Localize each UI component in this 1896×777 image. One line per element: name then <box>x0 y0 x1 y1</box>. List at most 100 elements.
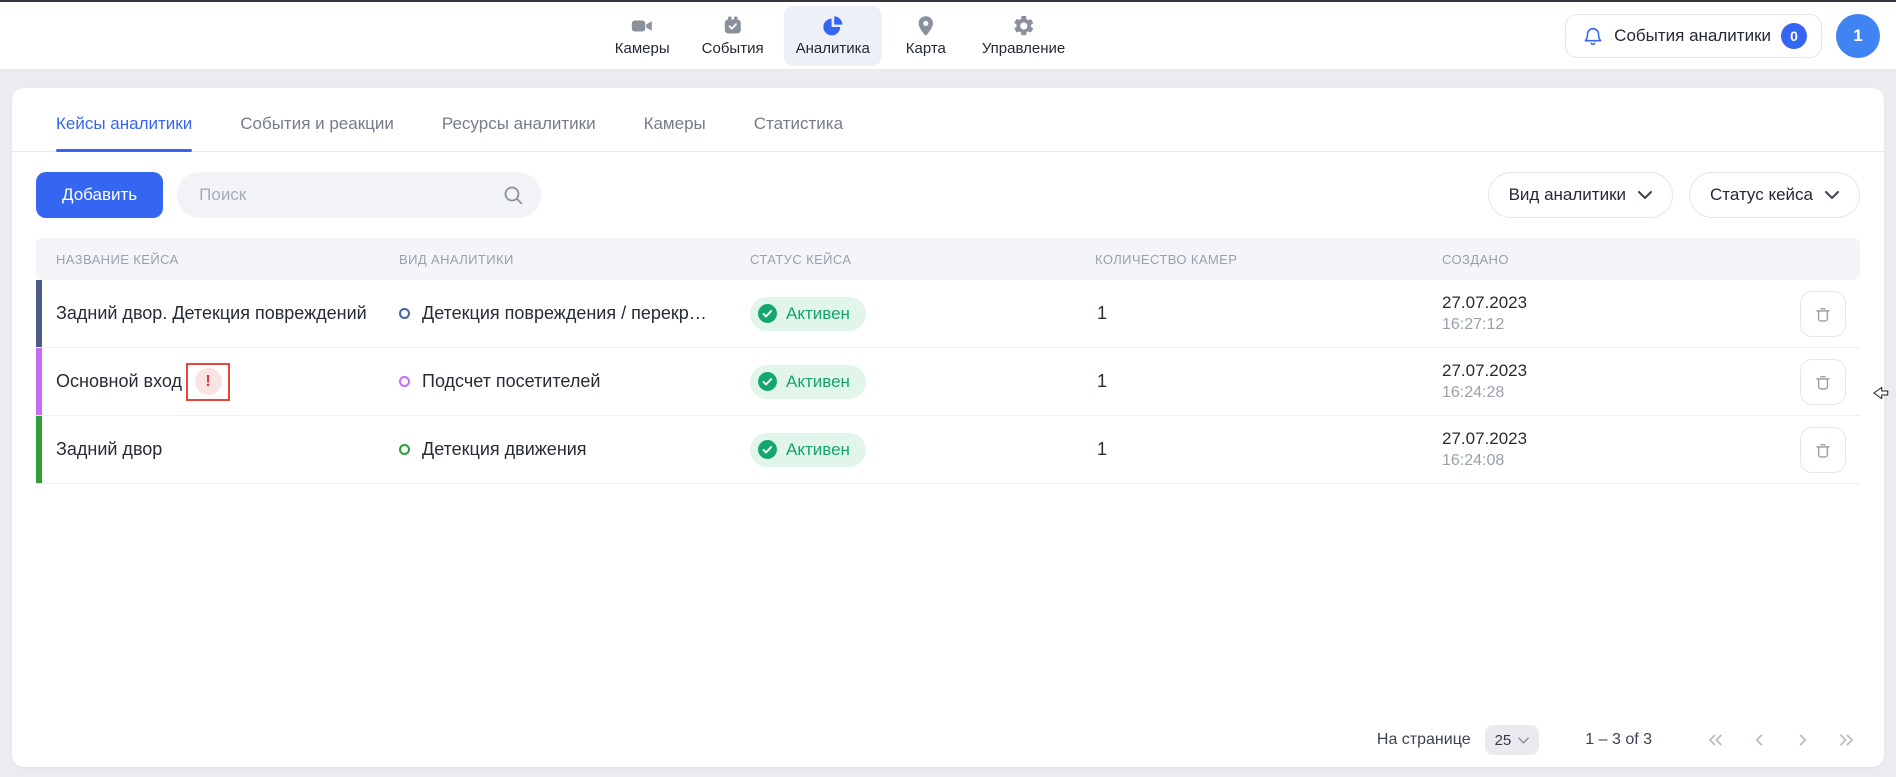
main-navigation: Камеры События Аналитика Карта <box>603 2 1077 69</box>
analytics-type-cell: Детекция движения <box>399 439 750 460</box>
column-header: Создано <box>1442 252 1722 267</box>
case-name: Задний двор. Детекция повреждений <box>56 303 367 324</box>
filter-dropdown[interactable]: Вид аналитики <box>1488 172 1673 218</box>
per-page-select[interactable]: 25 <box>1485 725 1540 755</box>
analytics-page-card: Кейсы аналитики События и реакции Ресурс… <box>12 88 1884 767</box>
analytics-type-dot-icon <box>399 376 410 387</box>
per-page-label: На странице <box>1377 731 1471 749</box>
previous-page-button[interactable] <box>1748 729 1770 751</box>
case-status-cell: Активен <box>750 365 1095 399</box>
delete-case-button[interactable] <box>1800 427 1846 473</box>
analytics-type-cell: Подсчет посетителей <box>399 371 750 392</box>
row-color-bar <box>36 416 42 483</box>
trash-icon <box>1812 303 1834 325</box>
bell-icon <box>1582 25 1604 47</box>
top-navbar: Камеры События Аналитика Карта <box>0 2 1896 70</box>
created-time: 16:24:28 <box>1442 384 1722 402</box>
nav-item-management[interactable]: Управление <box>970 6 1077 66</box>
analytics-type-cell: Детекция повреждения / перекр… <box>399 303 750 324</box>
table-footer: На странице 25 1 – 3 of 3 <box>1377 725 1858 755</box>
row-actions-cell <box>1722 359 1860 405</box>
check-circle-icon <box>757 371 778 392</box>
status-label: Активен <box>786 304 850 324</box>
analytics-type-dot-icon <box>399 444 410 455</box>
events-count-badge: 0 <box>1781 23 1807 49</box>
created-cell: 27.07.2023 16:24:28 <box>1442 361 1722 402</box>
search-box <box>177 172 541 218</box>
delete-case-button[interactable] <box>1800 359 1846 405</box>
created-date: 27.07.2023 <box>1442 293 1722 313</box>
warning-exclamation-icon[interactable]: ! <box>195 368 222 395</box>
created-cell: 27.07.2023 16:27:12 <box>1442 293 1722 334</box>
created-time: 16:24:08 <box>1442 452 1722 470</box>
status-label: Активен <box>786 372 850 392</box>
nav-item-analytics[interactable]: Аналитика <box>784 6 882 66</box>
case-name-cell: Основной вход ! <box>36 363 399 401</box>
analytics-type-label: Детекция движения <box>422 439 587 460</box>
annotation-highlight-box: ! <box>186 363 230 401</box>
first-page-button[interactable] <box>1704 729 1726 751</box>
search-icon[interactable] <box>501 183 525 207</box>
cases-table-header: Название кейса Вид аналитики Статус кейс… <box>36 238 1860 280</box>
add-case-button[interactable]: Добавить <box>36 172 163 218</box>
table-row[interactable]: Задний двор Детекция движения <box>36 416 1860 484</box>
analytics-events-button[interactable]: События аналитики 0 <box>1565 14 1822 58</box>
case-name-cell: Задний двор <box>36 439 399 460</box>
filter-dropdown[interactable]: Статус кейса <box>1689 172 1860 218</box>
analytics-type-label: Детекция повреждения / перекр… <box>422 303 707 324</box>
map-pin-icon <box>914 14 938 38</box>
camera-count-cell: 1 <box>1095 439 1442 460</box>
row-color-bar <box>36 348 42 415</box>
created-date: 27.07.2023 <box>1442 361 1722 381</box>
table-row[interactable]: Основной вход ! Подсчет посетителей <box>36 348 1860 416</box>
nav-item-cameras[interactable]: Камеры <box>603 6 682 66</box>
column-header: Количество камер <box>1095 252 1442 267</box>
gear-icon <box>1012 14 1036 38</box>
pie-chart-icon <box>821 14 845 38</box>
chevron-down-icon <box>1825 191 1839 199</box>
tab[interactable]: Камеры <box>644 114 706 151</box>
row-actions-cell <box>1722 427 1860 473</box>
status-badge: Активен <box>750 433 866 467</box>
nav-label: Управление <box>982 40 1065 57</box>
delete-case-button[interactable] <box>1800 291 1846 337</box>
cases-table-body: Задний двор. Детекция повреждений Детекц… <box>36 280 1860 484</box>
tab[interactable]: Статистика <box>754 114 843 151</box>
mouse-cursor <box>1872 382 1890 404</box>
tab[interactable]: Ресурсы аналитики <box>442 114 596 151</box>
case-status-cell: Активен <box>750 297 1095 331</box>
user-avatar[interactable]: 1 <box>1836 14 1880 58</box>
tab[interactable]: Кейсы аналитики <box>56 114 192 151</box>
row-actions-cell <box>1722 291 1860 337</box>
status-label: Активен <box>786 440 850 460</box>
case-name: Основной вход <box>56 371 182 392</box>
case-name-cell: Задний двор. Детекция повреждений <box>36 303 399 324</box>
analytics-type-dot-icon <box>399 308 410 319</box>
camera-count-cell: 1 <box>1095 303 1442 324</box>
next-page-button[interactable] <box>1792 729 1814 751</box>
cases-toolbar: Добавить Вид аналитики Статус кейса <box>12 172 1884 218</box>
analytics-type-label: Подсчет посетителей <box>422 371 600 392</box>
table-row[interactable]: Задний двор. Детекция повреждений Детекц… <box>36 280 1860 348</box>
check-circle-icon <box>757 439 778 460</box>
trash-icon <box>1812 439 1834 461</box>
column-header: Вид аналитики <box>399 252 750 267</box>
filter-label: Статус кейса <box>1710 185 1813 205</box>
app-window: Камеры События Аналитика Карта <box>0 0 1896 777</box>
nav-item-events[interactable]: События <box>690 6 776 66</box>
navbar-right-controls: События аналитики 0 1 <box>1565 2 1880 69</box>
calendar-check-icon <box>721 14 745 38</box>
last-page-button[interactable] <box>1836 729 1858 751</box>
nav-item-map[interactable]: Карта <box>890 6 962 66</box>
case-name: Задний двор <box>56 439 162 460</box>
status-badge: Активен <box>750 297 866 331</box>
trash-icon <box>1812 371 1834 393</box>
chevron-down-icon <box>1518 737 1529 744</box>
tab[interactable]: События и реакции <box>240 114 394 151</box>
nav-label: Камеры <box>615 40 670 57</box>
created-cell: 27.07.2023 16:24:08 <box>1442 429 1722 470</box>
nav-label: Карта <box>906 40 946 57</box>
search-input[interactable] <box>177 172 541 218</box>
camera-count-cell: 1 <box>1095 371 1442 392</box>
case-status-cell: Активен <box>750 433 1095 467</box>
